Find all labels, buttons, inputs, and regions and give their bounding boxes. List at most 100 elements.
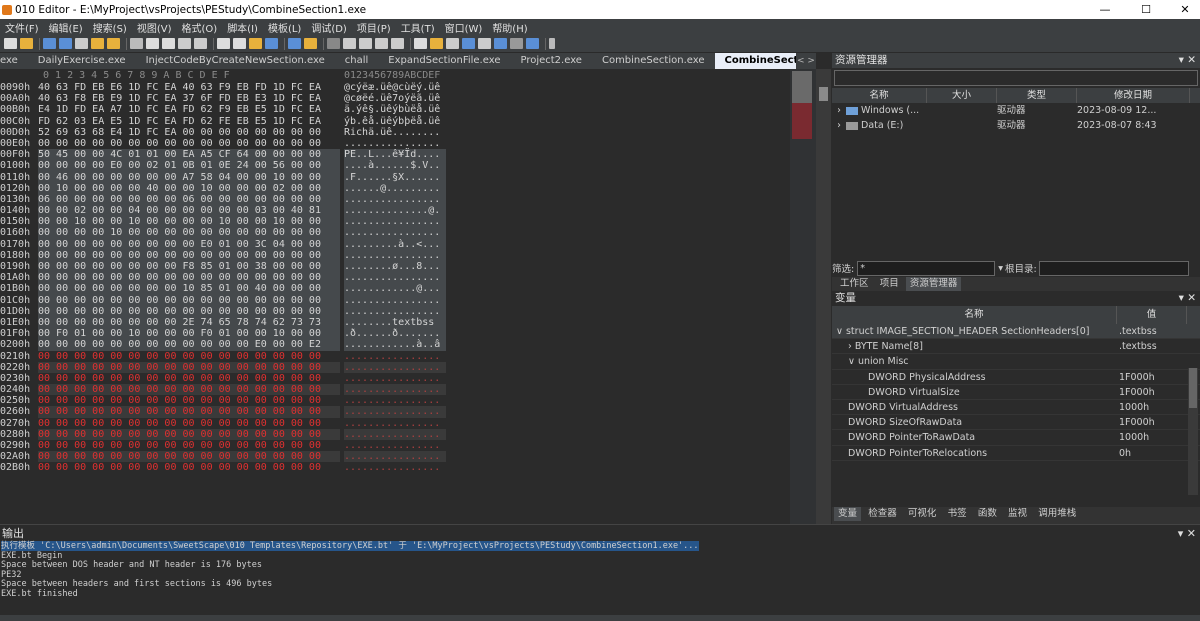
hex-row[interactable]: 01B0h 00 00 00 00 00 00 00 00 10 85 01 00… (0, 283, 816, 295)
project-icon[interactable] (107, 38, 120, 49)
hex-ascii[interactable]: ................ (344, 294, 446, 306)
hex-row[interactable]: 0270h 00 00 00 00 00 00 00 00 00 00 00 00… (0, 418, 816, 429)
hex-bytes[interactable]: 00 00 00 00 10 00 00 00 00 00 00 00 00 0… (38, 227, 340, 239)
hex-bytes[interactable]: 00 00 00 00 00 00 00 00 00 00 00 00 00 0… (38, 249, 340, 262)
hex-ascii[interactable]: ........ø...8... (344, 261, 446, 273)
hex-bytes[interactable]: FD 62 03 EA E5 1D FC EA FD 62 FE EB E5 1… (38, 116, 340, 127)
hex-vertical-scrollbar[interactable] (816, 69, 831, 524)
close-file-icon[interactable] (75, 38, 88, 49)
variables-tree[interactable]: ∨ struct IMAGE_SECTION_HEADER SectionHea… (832, 324, 1200, 463)
hex-row[interactable]: 0190h 00 00 00 00 00 00 00 00 F8 85 01 00… (0, 261, 816, 273)
hex-ascii[interactable]: ..............@. (344, 205, 446, 217)
menu-script[interactable]: 脚本(I) (222, 20, 263, 35)
hex-ascii[interactable]: .........à..<... (344, 238, 446, 250)
output-line[interactable]: EXE.bt finished (0, 589, 1200, 600)
hex-ascii[interactable]: ................ (344, 361, 446, 373)
hex-bytes[interactable]: 00 00 00 00 00 00 00 00 00 00 00 00 00 0… (38, 373, 340, 384)
tab-exe[interactable]: exe (0, 53, 28, 69)
find-in-files-icon[interactable] (249, 38, 262, 49)
tab-call-stack[interactable]: 调用堆栈 (1034, 507, 1080, 521)
col-size[interactable]: 大小 (927, 88, 997, 103)
hex-row[interactable]: 01F0h 00 F0 01 00 00 10 00 00 00 F0 01 00… (0, 328, 816, 340)
hex-ascii[interactable]: ................ (344, 395, 446, 406)
hex-bytes[interactable]: 00 F0 01 00 00 10 00 00 00 F0 01 00 00 1… (38, 328, 340, 340)
goto-icon[interactable] (265, 38, 278, 49)
hex-row[interactable]: 0210h 00 00 00 00 00 00 00 00 00 00 00 00… (0, 351, 816, 362)
expand-icon[interactable]: › (832, 118, 846, 133)
hex-ascii[interactable]: ................ (344, 138, 446, 149)
hex-bytes[interactable]: 00 10 00 00 00 00 40 00 00 10 00 00 00 0… (38, 182, 340, 194)
hex-ascii[interactable]: ............à..â (344, 339, 446, 351)
hex-row[interactable]: 0170h 00 00 00 00 00 00 00 00 00 E0 01 00… (0, 238, 816, 250)
cut-icon[interactable] (130, 38, 143, 49)
hex-bytes[interactable]: 00 00 00 00 00 00 00 00 00 00 00 00 E0 0… (38, 339, 340, 351)
hex-ascii[interactable]: @cøëé.üê7oýëã.üê (344, 93, 446, 104)
hex-bytes[interactable]: 00 00 00 00 00 00 00 00 00 00 00 00 00 0… (38, 305, 340, 317)
histogram-icon[interactable] (304, 38, 317, 49)
save-all-icon[interactable] (59, 38, 72, 49)
hex-ascii[interactable]: ................ (344, 193, 446, 206)
hex-mode-icon[interactable] (327, 38, 340, 49)
hex-bytes[interactable]: 00 00 00 00 E0 00 02 01 0B 01 0E 24 00 5… (38, 160, 340, 172)
variable-row[interactable]: DWORD VirtualSize 1F000h (832, 385, 1200, 400)
highlight-icon[interactable] (391, 38, 404, 49)
calculator-icon[interactable] (414, 38, 427, 49)
hex-ascii[interactable]: Richä.üê........ (344, 127, 446, 138)
output-line[interactable]: 执行模板 'C:\Users\admin\Documents\SweetScap… (0, 541, 1200, 552)
tab-variables[interactable]: 变量 (834, 507, 862, 521)
hex-ascii[interactable]: ................ (344, 406, 446, 418)
hex-row[interactable]: 0090h 40 63 FD EB E6 1D FC EA 40 63 F9 EB… (0, 82, 816, 93)
hex-row[interactable]: 02A0h 00 00 00 00 00 00 00 00 00 00 00 00… (0, 451, 816, 463)
hex-row[interactable]: 00A0h 40 63 F8 EB E9 1D FC EA 37 6F FD EB… (0, 93, 816, 104)
hex-bytes[interactable]: 00 00 00 00 00 00 00 00 00 00 00 00 00 0… (38, 462, 340, 473)
save-icon[interactable] (43, 38, 56, 49)
hex-row[interactable]: 00D0h 52 69 63 68 E4 1D FC EA 00 00 00 00… (0, 127, 816, 138)
hex-bytes[interactable]: 00 00 00 00 00 00 00 00 00 00 00 00 00 0… (38, 428, 340, 441)
hex-row[interactable]: 01D0h 00 00 00 00 00 00 00 00 00 00 00 00… (0, 305, 816, 317)
hex-row[interactable]: 00F0h 50 45 00 00 4C 01 01 00 EA A5 CF 64… (0, 149, 816, 161)
redo-icon[interactable] (194, 38, 207, 49)
hex-ascii[interactable]: .ð......ð....... (344, 328, 446, 340)
hex-bytes[interactable]: 00 00 00 00 00 00 00 00 2E 74 65 78 74 6… (38, 316, 340, 329)
hex-bytes[interactable]: 00 00 02 00 00 04 00 00 00 00 00 00 03 0… (38, 205, 340, 217)
chart-icon[interactable] (462, 38, 475, 49)
menu-template[interactable]: 模板(L) (263, 20, 306, 35)
hex-ascii[interactable]: ................ (344, 227, 446, 239)
hex-ascii[interactable]: ä.ýê§.üêýbùëå.üê (344, 104, 446, 115)
minimize-button[interactable]: — (1085, 0, 1125, 19)
col-name[interactable]: 名称 (832, 88, 927, 103)
hex-ascii[interactable]: PE..L...ê¥Ïd.... (344, 149, 446, 161)
variable-row[interactable]: DWORD SizeOfRawData 1F000h (832, 415, 1200, 431)
tab-combinesection[interactable]: CombineSection.exe (592, 53, 715, 69)
hex-row[interactable]: 02B0h 00 00 00 00 00 00 00 00 00 00 00 00… (0, 462, 816, 473)
tab-workspace[interactable]: 工作区 (836, 277, 873, 291)
hex-row[interactable]: 0110h 00 46 00 00 00 00 00 00 A7 58 04 00… (0, 171, 816, 183)
hex-bytes[interactable]: 52 69 63 68 E4 1D FC EA 00 00 00 00 00 0… (38, 127, 340, 138)
tab-functions[interactable]: 函数 (974, 507, 1001, 521)
text-mode-icon[interactable] (343, 38, 356, 49)
explorer-item-data[interactable]: › Data (E:) 驱动器 2023-08-07 8:43 (832, 118, 1200, 133)
hex-row[interactable]: 0140h 00 00 02 00 00 04 00 00 00 00 00 00… (0, 205, 816, 217)
output-line[interactable]: Space between headers and first sections… (0, 580, 1200, 590)
explorer-item-windows[interactable]: › Windows (... 驱动器 2023-08-09 12... (832, 103, 1200, 118)
hex-bytes[interactable]: 00 00 00 00 00 00 00 00 10 85 01 00 40 0… (38, 283, 340, 295)
base-converter-icon[interactable] (430, 38, 443, 49)
variable-row[interactable]: DWORD PointerToRelocations 0h (832, 446, 1200, 461)
menu-help[interactable]: 帮助(H) (487, 20, 532, 35)
panel-menu-icon[interactable]: ▾ ✕ (1179, 291, 1200, 306)
hex-bytes[interactable]: 00 00 00 00 00 00 00 00 00 00 00 00 00 0… (38, 294, 340, 306)
hex-bytes[interactable]: 00 00 10 00 00 10 00 00 00 00 10 00 00 1… (38, 216, 340, 228)
hex-ascii[interactable]: ....à......$.V.. (344, 160, 446, 172)
menu-format[interactable]: 格式(O) (177, 20, 223, 35)
tab-injectcode[interactable]: InjectCodeByCreateNewSection.exe (136, 53, 335, 69)
panel-menu-icon[interactable]: ▾ ✕ (1179, 53, 1200, 68)
menu-view[interactable]: 视图(V) (132, 20, 177, 35)
percent-icon[interactable] (478, 38, 491, 49)
hex-row[interactable]: 01C0h 00 00 00 00 00 00 00 00 00 00 00 00… (0, 294, 816, 306)
tree-toggle-icon[interactable]: ∨ (836, 326, 846, 337)
paste-icon[interactable] (162, 38, 175, 49)
variable-row[interactable]: DWORD PointerToRawData 1000h (832, 430, 1200, 446)
hex-ascii[interactable]: @cýëæ.üê@cùëý.üê (344, 82, 446, 93)
variable-row[interactable]: ∨ union Misc (832, 354, 1200, 370)
col-date[interactable]: 修改日期 (1077, 88, 1190, 103)
